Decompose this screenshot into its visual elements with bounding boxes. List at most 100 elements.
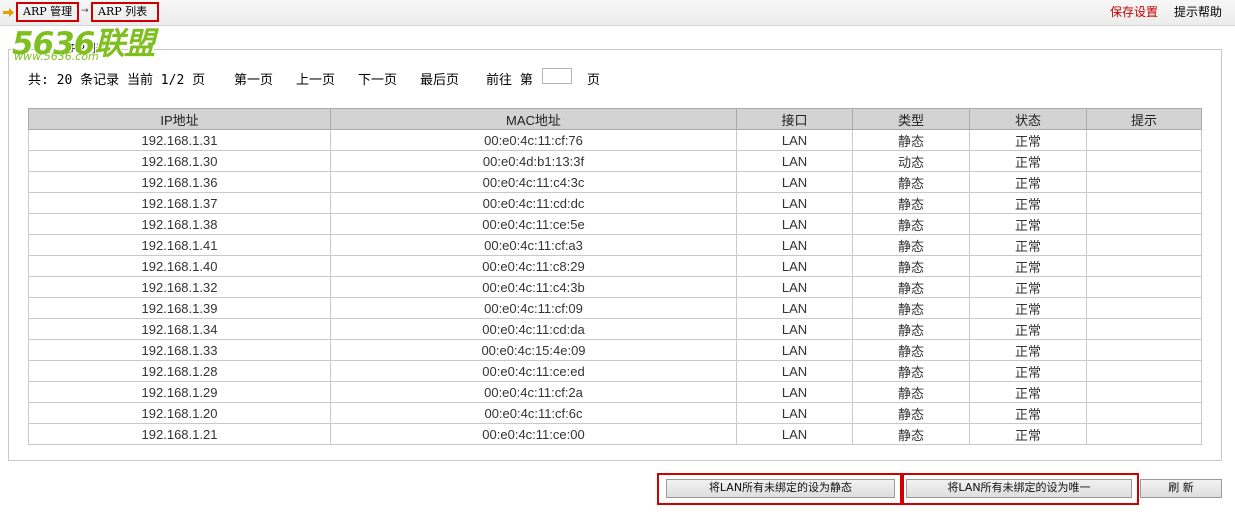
cell-ip: 192.168.1.36 [28, 171, 331, 193]
cell-status: 正常 [969, 318, 1087, 340]
cell-type: 静态 [852, 297, 970, 319]
watermark-url: www.5636.com [14, 50, 99, 63]
cell-type: 静态 [852, 318, 970, 340]
cell-ip: 192.168.1.21 [28, 423, 331, 445]
cell-type: 静态 [852, 255, 970, 277]
help-link[interactable]: 提示帮助 [1174, 3, 1222, 20]
cell-hint [1086, 423, 1202, 445]
cell-interface: LAN [736, 150, 853, 172]
cell-type: 静态 [852, 234, 970, 256]
table-row: 192.168.1.20 00:e0:4c:11:cf:6c LAN 静态 正常 [28, 402, 1202, 424]
cell-interface: LAN [736, 297, 853, 319]
cell-hint [1086, 318, 1202, 340]
cell-status: 正常 [969, 255, 1087, 277]
cell-interface: LAN [736, 129, 853, 151]
cell-mac: 00:e0:4c:15:4e:09 [330, 339, 737, 361]
cell-ip: 192.168.1.30 [28, 150, 331, 172]
cell-status: 正常 [969, 402, 1087, 424]
table-row: 192.168.1.32 00:e0:4c:11:c4:3b LAN 静态 正常 [28, 276, 1202, 298]
cell-status: 正常 [969, 234, 1087, 256]
table-row: 192.168.1.39 00:e0:4c:11:cf:09 LAN 静态 正常 [28, 297, 1202, 319]
cell-ip: 192.168.1.37 [28, 192, 331, 214]
cell-status: 正常 [969, 339, 1087, 361]
column-header-type: 类型 [852, 108, 970, 130]
cell-ip: 192.168.1.29 [28, 381, 331, 403]
record-count: 共: 20 条记录 当前 1/2 页 [28, 73, 206, 88]
cell-hint [1086, 129, 1202, 151]
first-page-link[interactable]: 第一页 [234, 69, 273, 88]
cell-type: 静态 [852, 381, 970, 403]
table-row: 192.168.1.21 00:e0:4c:11:ce:00 LAN 静态 正常 [28, 423, 1202, 445]
cell-status: 正常 [969, 171, 1087, 193]
top-bar: ARP 管理 → ARP 列表 保存设置 提示帮助 [0, 0, 1235, 26]
table-row: 192.168.1.36 00:e0:4c:11:c4:3c LAN 静态 正常 [28, 171, 1202, 193]
cell-type: 动态 [852, 150, 970, 172]
cell-mac: 00:e0:4c:11:cf:09 [330, 297, 737, 319]
cell-hint [1086, 381, 1202, 403]
table-header-row: IP地址 MAC地址 接口 类型 状态 提示 [28, 108, 1202, 130]
cell-interface: LAN [736, 339, 853, 361]
cell-mac: 00:e0:4c:11:c8:29 [330, 255, 737, 277]
table-row: 192.168.1.38 00:e0:4c:11:ce:5e LAN 静态 正常 [28, 213, 1202, 235]
refresh-button[interactable]: 刷 新 [1140, 479, 1222, 498]
cell-mac: 00:e0:4c:11:cd:da [330, 318, 737, 340]
set-static-button[interactable]: 将LAN所有未绑定的设为静态 [666, 479, 895, 498]
cell-status: 正常 [969, 150, 1087, 172]
cell-mac: 00:e0:4c:11:cf:6c [330, 402, 737, 424]
cell-type: 静态 [852, 276, 970, 298]
cell-hint [1086, 171, 1202, 193]
table-row: 192.168.1.40 00:e0:4c:11:c8:29 LAN 静态 正常 [28, 255, 1202, 277]
cell-ip: 192.168.1.32 [28, 276, 331, 298]
cell-mac: 00:e0:4c:11:cf:76 [330, 129, 737, 151]
cell-status: 正常 [969, 423, 1087, 445]
cell-interface: LAN [736, 171, 853, 193]
arp-table: IP地址 MAC地址 接口 类型 状态 提示 192.168.1.31 00:e0… [28, 108, 1202, 445]
cell-status: 正常 [969, 213, 1087, 235]
cell-type: 静态 [852, 213, 970, 235]
cell-interface: LAN [736, 255, 853, 277]
page-number-input[interactable] [542, 68, 572, 84]
cell-interface: LAN [736, 276, 853, 298]
save-settings-link[interactable]: 保存设置 [1110, 3, 1158, 20]
prev-page-link[interactable]: 上一页 [296, 69, 335, 88]
cell-hint [1086, 150, 1202, 172]
cell-mac: 00:e0:4c:11:cd:dc [330, 192, 737, 214]
cell-type: 静态 [852, 402, 970, 424]
cell-interface: LAN [736, 423, 853, 445]
cell-mac: 00:e0:4c:11:ce:ed [330, 360, 737, 382]
nav-arrow-icon [3, 8, 14, 17]
cell-interface: LAN [736, 213, 853, 235]
table-row: 192.168.1.34 00:e0:4c:11:cd:da LAN 静态 正常 [28, 318, 1202, 340]
cell-mac: 00:e0:4c:11:ce:00 [330, 423, 737, 445]
next-page-link[interactable]: 下一页 [358, 69, 397, 88]
table-row: 192.168.1.28 00:e0:4c:11:ce:ed LAN 静态 正常 [28, 360, 1202, 382]
cell-hint [1086, 276, 1202, 298]
cell-type: 静态 [852, 360, 970, 382]
cell-hint [1086, 360, 1202, 382]
breadcrumb-separator: → [81, 6, 89, 16]
goto-label: 前往 第 [486, 73, 533, 88]
cell-hint [1086, 402, 1202, 424]
cell-ip: 192.168.1.39 [28, 297, 331, 319]
cell-ip: 192.168.1.41 [28, 234, 331, 256]
cell-mac: 00:e0:4d:b1:13:3f [330, 150, 737, 172]
cell-interface: LAN [736, 234, 853, 256]
cell-type: 静态 [852, 339, 970, 361]
column-header-hint: 提示 [1086, 108, 1202, 130]
cell-type: 静态 [852, 171, 970, 193]
cell-hint [1086, 192, 1202, 214]
cell-ip: 192.168.1.20 [28, 402, 331, 424]
cell-ip: 192.168.1.28 [28, 360, 331, 382]
column-header-interface: 接口 [736, 108, 853, 130]
cell-mac: 00:e0:4c:11:cf:a3 [330, 234, 737, 256]
table-row: 192.168.1.29 00:e0:4c:11:cf:2a LAN 静态 正常 [28, 381, 1202, 403]
set-unique-button[interactable]: 将LAN所有未绑定的设为唯一 [906, 479, 1132, 498]
cell-ip: 192.168.1.38 [28, 213, 331, 235]
table-row: 192.168.1.30 00:e0:4d:b1:13:3f LAN 动态 正常 [28, 150, 1202, 172]
cell-ip: 192.168.1.34 [28, 318, 331, 340]
cell-ip: 192.168.1.33 [28, 339, 331, 361]
cell-status: 正常 [969, 381, 1087, 403]
last-page-link[interactable]: 最后页 [420, 69, 459, 88]
cell-interface: LAN [736, 360, 853, 382]
cell-type: 静态 [852, 423, 970, 445]
